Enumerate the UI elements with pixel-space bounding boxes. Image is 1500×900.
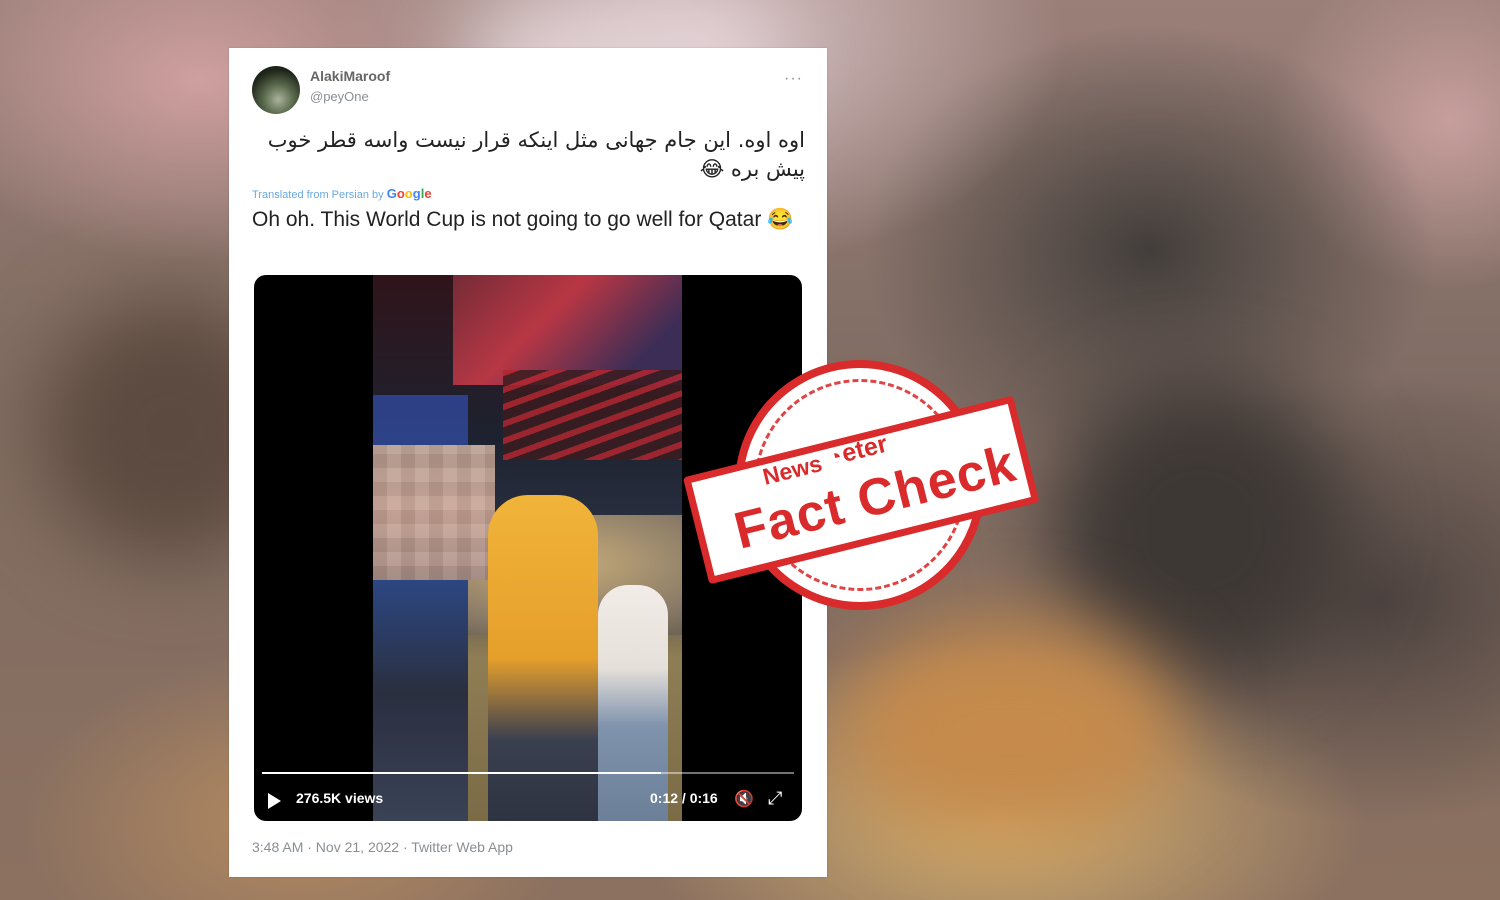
- tweet-original-text: اوه اوه. این جام جهانی مثل اینکه قرار نی…: [267, 128, 805, 181]
- video-time: 0:12 / 0:16: [650, 790, 718, 806]
- censor-blur: [373, 445, 495, 580]
- video-progress-bar[interactable]: [262, 772, 794, 774]
- fullscreen-icon[interactable]: ⤢: [768, 788, 782, 809]
- more-options-icon[interactable]: ···: [784, 70, 803, 88]
- stadium-scoreboard: [453, 275, 682, 385]
- fan-right: [598, 585, 668, 821]
- tweet-timestamp[interactable]: 3:48 AM · Nov 21, 2022 · Twitter Web App: [252, 839, 513, 855]
- user-handle[interactable]: @peyOne: [310, 89, 369, 104]
- google-logo: Google: [386, 186, 432, 201]
- play-icon[interactable]: [268, 793, 281, 809]
- stadium-stands: [503, 370, 682, 460]
- tweet-translated-text: Oh oh. This World Cup is not going to go…: [252, 208, 794, 231]
- mute-icon[interactable]: 🔇: [734, 789, 754, 809]
- view-count: 276.5K views: [296, 790, 384, 806]
- video-frame[interactable]: [373, 275, 682, 821]
- translated-label: Translated from Persian by: [252, 189, 384, 201]
- avatar[interactable]: [252, 66, 300, 114]
- video-progress-fill: [262, 772, 661, 774]
- display-name[interactable]: AlakiMaroof: [310, 68, 390, 84]
- translation-attribution[interactable]: Translated from Persian by Google: [252, 186, 432, 201]
